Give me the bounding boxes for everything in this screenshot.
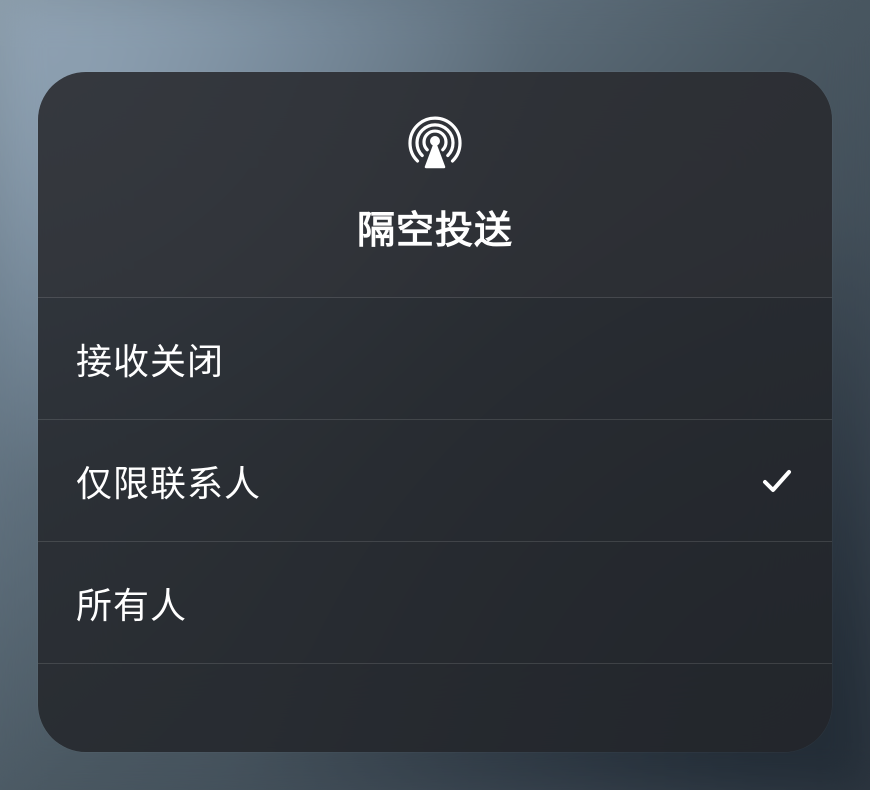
panel-title: 隔空投送 — [357, 199, 513, 254]
airdrop-icon — [407, 115, 463, 171]
option-contacts-only[interactable]: 仅限联系人 — [38, 420, 832, 542]
checkmark-icon — [760, 464, 794, 498]
panel-header: 隔空投送 — [38, 72, 832, 298]
option-everyone[interactable]: 所有人 — [38, 542, 832, 664]
option-label: 所有人 — [76, 577, 187, 629]
panel-footer-space — [38, 664, 832, 752]
option-label: 接收关闭 — [76, 333, 224, 385]
option-receiving-off[interactable]: 接收关闭 — [38, 298, 832, 420]
airdrop-panel: 隔空投送 接收关闭 仅限联系人 所有人 — [38, 72, 832, 752]
option-label: 仅限联系人 — [76, 455, 261, 507]
